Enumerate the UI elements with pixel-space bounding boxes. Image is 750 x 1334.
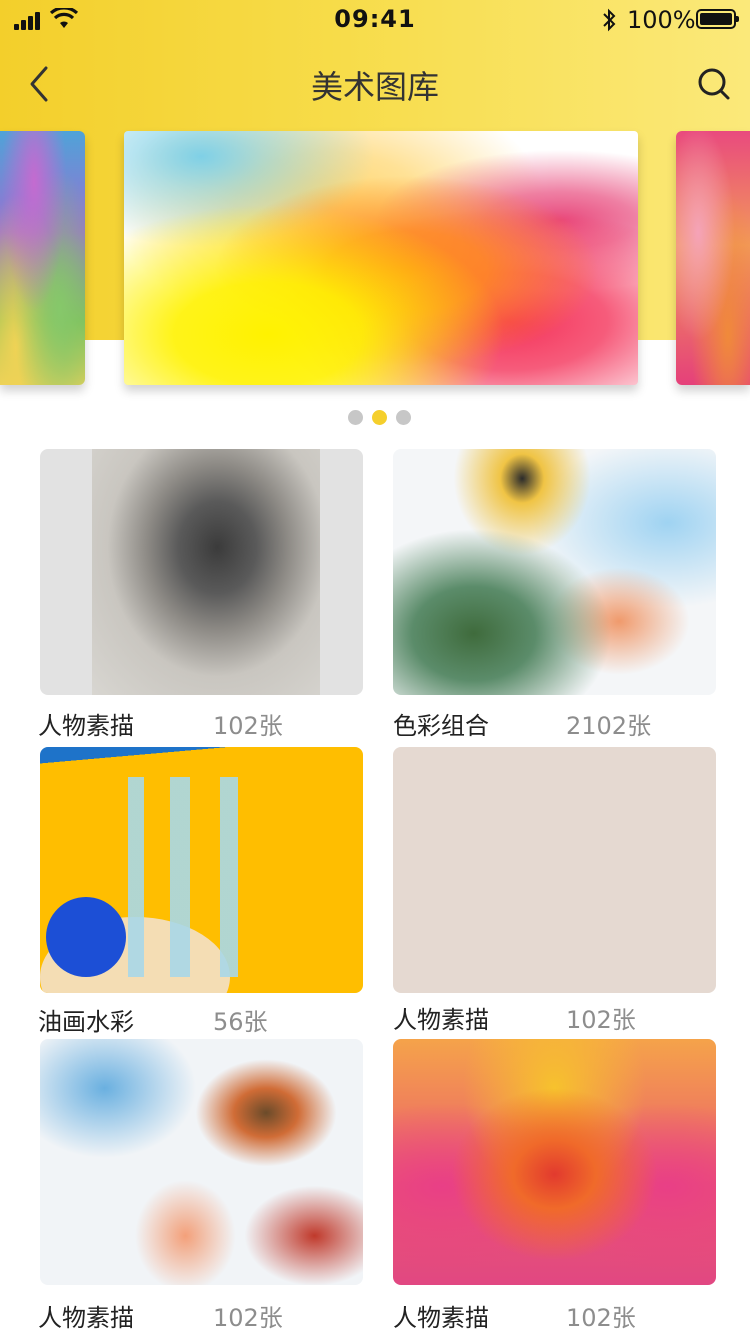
gallery-card-name: 人物素描 [393, 1304, 489, 1332]
battery-percent: 100% [627, 6, 696, 34]
gallery-card-count: 102张 [213, 712, 283, 740]
gallery-card-name: 人物素描 [38, 1304, 134, 1332]
paint-splash-shape [46, 897, 126, 977]
gallery-card-image[interactable] [40, 747, 363, 993]
carousel-pagination [348, 410, 414, 426]
gallery-card-count: 102张 [213, 1304, 283, 1332]
carousel-dot-1[interactable] [348, 410, 363, 425]
gallery-card-name: 人物素描 [393, 1006, 489, 1034]
bluetooth-icon [603, 8, 616, 32]
gallery-card-name: 油画水彩 [38, 1008, 134, 1036]
gallery-card-count: 102张 [566, 1304, 636, 1332]
carousel-slide-next[interactable] [676, 131, 750, 385]
search-button[interactable] [694, 64, 734, 104]
gallery-card-image[interactable] [40, 1039, 363, 1285]
gallery-card-count: 102张 [566, 1006, 636, 1034]
gallery-card-image[interactable] [393, 1039, 716, 1285]
gallery-card-count: 56张 [213, 1008, 268, 1036]
gallery-card-name: 色彩组合 [393, 712, 489, 740]
carousel-dot-3[interactable] [396, 410, 411, 425]
paint-brushes-image [110, 777, 290, 977]
carousel-slide-current[interactable] [124, 131, 638, 385]
gallery-card-name: 人物素描 [38, 712, 134, 740]
carousel-dot-2[interactable] [372, 410, 387, 425]
status-bar: 09:41 100% [0, 0, 750, 40]
gallery-card-image[interactable] [40, 449, 363, 695]
page-title: 美术图库 [310, 68, 439, 106]
gallery-card-image[interactable] [393, 747, 716, 993]
carousel-slide-previous[interactable] [0, 131, 85, 385]
sketch-artwork-image [92, 449, 320, 695]
gallery-card-count: 2102张 [566, 712, 652, 740]
battery-icon [696, 9, 739, 29]
gallery-card-image[interactable] [393, 449, 716, 695]
